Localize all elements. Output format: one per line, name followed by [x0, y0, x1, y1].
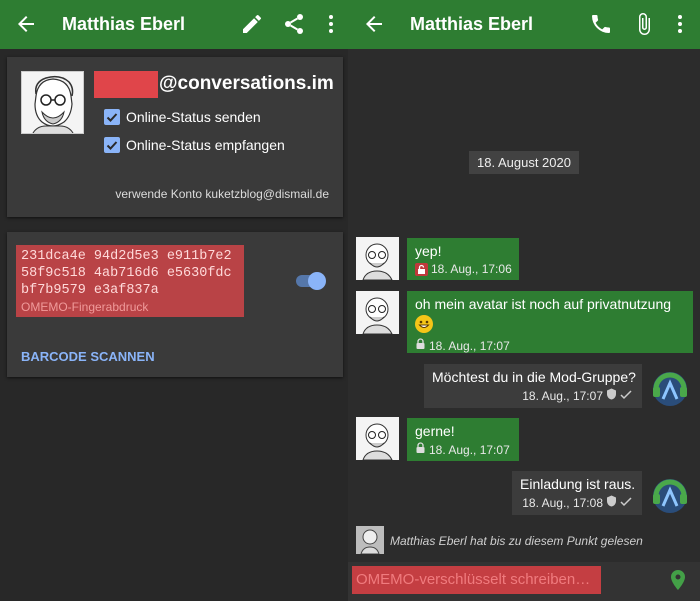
chat-title: Matthias Eberl: [410, 14, 534, 34]
lock-icon: [415, 442, 426, 457]
sender-avatar[interactable]: [356, 417, 399, 460]
attach-icon[interactable]: [632, 12, 656, 36]
right-app-bar: Matthias Eberl: [348, 0, 700, 49]
lock-open-icon: [415, 262, 428, 276]
more-vert-icon[interactable]: [668, 12, 692, 36]
contact-avatar[interactable]: [21, 71, 84, 134]
jid-domain: @conversations.im: [159, 73, 334, 94]
message-text: yep!: [415, 243, 442, 259]
message-bubble[interactable]: Möchtest du in die Mod-Gruppe? 18. Aug.,…: [424, 364, 642, 408]
trust-toggle[interactable]: [296, 271, 326, 291]
sender-avatar[interactable]: [356, 291, 399, 334]
left-app-bar: Matthias Eberl: [0, 0, 348, 49]
message-time: 18. Aug., 17:07: [522, 388, 603, 403]
message-input[interactable]: OMEMO-verschlüsselt schreiben…: [352, 566, 601, 594]
message-text: Möchtest du in die Mod-Gruppe?: [432, 369, 636, 385]
message-text: gerne!: [415, 423, 455, 439]
message-bubble[interactable]: gerne! 18. Aug., 17:07: [407, 418, 519, 461]
pencil-icon[interactable]: [240, 12, 264, 36]
shield-check-icon: [606, 495, 617, 510]
read-marker: Matthias Eberl hat bis zu diesem Punkt g…: [356, 526, 696, 556]
contact-title: Matthias Eberl: [62, 14, 186, 34]
message-time: 18. Aug., 17:06: [431, 262, 512, 276]
location-pin-icon[interactable]: [666, 568, 690, 592]
message-text: Einladung ist raus.: [520, 476, 636, 492]
receive-status-label: Online-Status empfangen: [126, 137, 285, 153]
contact-details-pane: Matthias Eberl @conversations.im Online-…: [0, 0, 348, 601]
message-meta: 18. Aug., 17:08: [520, 495, 634, 510]
message-meta: 18. Aug., 17:07: [432, 388, 634, 403]
check-icon: [620, 496, 632, 510]
message-time: 18. Aug., 17:07: [429, 442, 510, 457]
share-icon[interactable]: [282, 12, 306, 36]
omemo-fingerprint: 231dca4e 94d2d5e3 e911b7e2 58f9c518 4ab7…: [21, 249, 232, 298]
send-status-label: Online-Status senden: [126, 109, 261, 125]
omemo-fingerprint-box: 231dca4e 94d2d5e3 e911b7e2 58f9c518 4ab7…: [16, 245, 244, 317]
scan-barcode-button[interactable]: BARCODE SCANNEN: [21, 349, 155, 364]
phone-icon[interactable]: [589, 12, 613, 36]
message-time: 18. Aug., 17:07: [429, 338, 510, 353]
message-bubble[interactable]: oh mein avatar ist noch auf privatnutzun…: [407, 291, 693, 353]
omemo-card: 231dca4e 94d2d5e3 e911b7e2 58f9c518 4ab7…: [7, 232, 343, 377]
receive-status-checkbox[interactable]: [104, 137, 120, 153]
message-time: 18. Aug., 17:08: [522, 495, 603, 510]
redacted-username: [94, 71, 158, 98]
message-bubble[interactable]: yep! 18. Aug., 17:06: [407, 238, 519, 280]
more-vert-icon[interactable]: [319, 12, 343, 36]
account-used-text: verwende Konto kuketzblog@dismail.de: [115, 187, 329, 201]
message-meta: 18. Aug., 17:06: [415, 262, 512, 276]
lock-icon: [415, 338, 426, 353]
send-status-checkbox[interactable]: [104, 109, 120, 125]
message-bubble[interactable]: Einladung ist raus. 18. Aug., 17:08: [512, 471, 642, 515]
read-marker-avatar: [356, 526, 384, 554]
sender-avatar[interactable]: [356, 237, 399, 280]
account-card: @conversations.im Online-Status senden O…: [7, 57, 343, 217]
message-text: oh mein avatar ist noch auf privatnutzun…: [415, 296, 672, 312]
own-avatar[interactable]: [650, 369, 690, 409]
arrow-back-icon[interactable]: [362, 12, 386, 36]
arrow-back-icon[interactable]: [14, 12, 38, 36]
chat-pane: Matthias Eberl 18. August 2020 yep! 18. …: [348, 0, 700, 601]
own-avatar[interactable]: [650, 476, 690, 516]
grinning-emoji-icon: [415, 315, 433, 333]
read-marker-text: Matthias Eberl hat bis zu diesem Punkt g…: [390, 534, 643, 548]
shield-check-icon: [606, 388, 617, 403]
date-separator: 18. August 2020: [469, 151, 579, 174]
message-meta: 18. Aug., 17:07: [415, 338, 685, 353]
check-icon: [620, 389, 632, 403]
message-meta: 18. Aug., 17:07: [415, 442, 511, 457]
compose-bar: OMEMO-verschlüsselt schreiben…: [348, 562, 700, 601]
omemo-fingerprint-label: OMEMO-Fingerabdruck: [21, 300, 149, 314]
